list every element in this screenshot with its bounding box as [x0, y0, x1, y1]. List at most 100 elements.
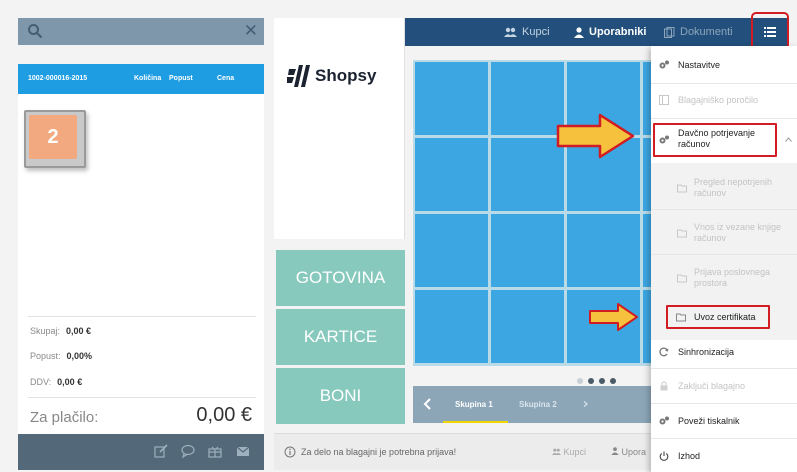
cash-payment-button[interactable]: GOTOVINA [276, 250, 405, 306]
nav-customers-label: Kupci [522, 26, 550, 38]
menu-item-settings-label: Nastavitve [678, 60, 721, 70]
menu-item-exit-label: Izhod [678, 451, 701, 461]
product-tile[interactable] [567, 214, 640, 287]
mail-icon[interactable] [236, 444, 250, 458]
product-tile[interactable] [415, 290, 488, 363]
col-price: Cena [217, 75, 235, 82]
receipt-toolbar [18, 434, 264, 470]
gears-icon [659, 60, 669, 69]
product-tile[interactable] [491, 138, 564, 211]
subtotal-row: Skupaj: 0,00 € [30, 326, 91, 336]
search-input[interactable]: ✕ [18, 18, 264, 45]
tab-group-2[interactable]: Skupina 2 [519, 400, 557, 409]
users-icon [552, 448, 561, 455]
active-tab-indicator [443, 421, 508, 423]
col-quantity: Količina [134, 75, 162, 82]
sync-icon [659, 347, 669, 357]
nav-users[interactable]: Uporabniki [574, 18, 646, 46]
submenu-premises-line2: prostora [694, 278, 728, 288]
status-bar: Za delo na blagajni je potrebna prijava!… [274, 433, 652, 470]
import-certificate-highlight [666, 305, 770, 329]
users-icon [504, 27, 517, 38]
product-tile[interactable] [415, 138, 488, 211]
arrow-right-icon [589, 303, 638, 331]
chevron-left-icon[interactable] [423, 398, 431, 410]
chevron-up-icon [785, 137, 792, 142]
product-tile[interactable] [491, 214, 564, 287]
shopsy-logo-icon [287, 65, 310, 87]
menu-item-connect-printer-label: Poveži tiskalnik [678, 416, 740, 426]
vat-label: DDV: [30, 377, 52, 387]
total-value: 0,00 € [196, 404, 252, 426]
step-badge-frame: 2 [24, 110, 86, 168]
submenu-bound-line1: Vnos iz vezane knjige [694, 222, 782, 232]
col-discount: Popust [169, 75, 193, 82]
menu-separator [651, 368, 797, 369]
receipt-header: 1002-000016-2015 Količina Popust Cena [18, 64, 264, 94]
step-badge: 2 [29, 115, 77, 159]
status-users-label: Upora [621, 447, 647, 457]
voucher-payment-button[interactable]: BONI [276, 368, 405, 424]
submenu-unconfirmed-line1: Pregled nepotrjenih [694, 177, 773, 187]
vat-row: DDV: 0,00 € [30, 377, 82, 387]
discount-value: 0,00% [66, 351, 93, 361]
comment-icon[interactable] [181, 444, 195, 458]
summary-divider [28, 316, 256, 317]
menu-separator [651, 254, 797, 255]
edit-icon[interactable] [154, 444, 168, 458]
status-customers-label: Kupci [563, 447, 587, 457]
gift-icon[interactable] [208, 444, 222, 458]
menu-item-sync-label: Sinhronizacija [678, 347, 735, 357]
login-required-message: Za delo na blagajni je potrebna prijava! [301, 447, 457, 457]
total-divider [28, 397, 256, 398]
menu-separator [651, 403, 797, 404]
page-dot[interactable] [610, 378, 616, 384]
menu-separator [651, 83, 797, 84]
gears-icon [659, 416, 669, 425]
submenu-item-unconfirmed-receipts[interactable]: Pregled nepotrjenih računov [651, 177, 797, 201]
menu-separator [651, 118, 797, 119]
folder-icon [677, 274, 687, 283]
submenu-item-bound-book[interactable]: Vnos iz vezane knjige računov [651, 222, 797, 246]
documents-icon [664, 26, 675, 38]
main-menu-dropdown: Nastavitve Blagajniško poročilo Davčno p… [651, 46, 797, 472]
card-payment-button[interactable]: KARTICE [276, 309, 405, 365]
report-icon [659, 95, 669, 105]
clear-search-button[interactable]: ✕ [244, 21, 258, 41]
subtotal-value: 0,00 € [66, 326, 92, 336]
user-icon [611, 447, 619, 455]
menu-item-close-register-label: Zaključi blagajno [678, 381, 746, 391]
submenu-unconfirmed-line2: računov [694, 188, 727, 198]
receipt-doc-number: 1002-000016-2015 [28, 75, 88, 82]
subtotal-label: Skupaj: [30, 326, 61, 336]
submenu-item-business-premises[interactable]: Prijava poslovnega prostora [651, 267, 797, 291]
user-icon [574, 26, 584, 38]
lock-icon [660, 381, 668, 391]
product-tile[interactable] [491, 62, 564, 135]
menu-separator [651, 209, 797, 210]
product-tile[interactable] [491, 290, 564, 363]
page-dot[interactable] [599, 378, 605, 384]
menu-separator [651, 438, 797, 439]
page-dot[interactable] [577, 378, 583, 384]
discount-label: Popust: [30, 351, 61, 361]
power-icon [659, 451, 669, 461]
folder-icon [677, 229, 687, 238]
nav-documents[interactable]: Dokumenti [664, 18, 733, 46]
receipt-panel: 1002-000016-2015 Količina Popust Cena 2 … [18, 64, 264, 470]
group-tabs: Skupina 1 Skupina 2 [413, 386, 652, 423]
status-users-link[interactable]: Upora [611, 447, 646, 457]
nav-customers[interactable]: Kupci [504, 18, 550, 46]
tab-group-1[interactable]: Skupina 1 [455, 400, 493, 409]
page-dot[interactable] [588, 378, 594, 384]
status-customers-link[interactable]: Kupci [552, 447, 586, 457]
fiscal-highlight [653, 123, 777, 157]
product-tile[interactable] [415, 214, 488, 287]
chevron-right-icon[interactable] [583, 401, 588, 407]
search-icon [28, 24, 43, 39]
info-icon [284, 446, 296, 458]
menu-item-cash-report-label: Blagajniško poročilo [678, 95, 759, 105]
product-tile[interactable] [415, 62, 488, 135]
arrow-right-icon [556, 113, 635, 159]
folder-icon [677, 184, 687, 193]
